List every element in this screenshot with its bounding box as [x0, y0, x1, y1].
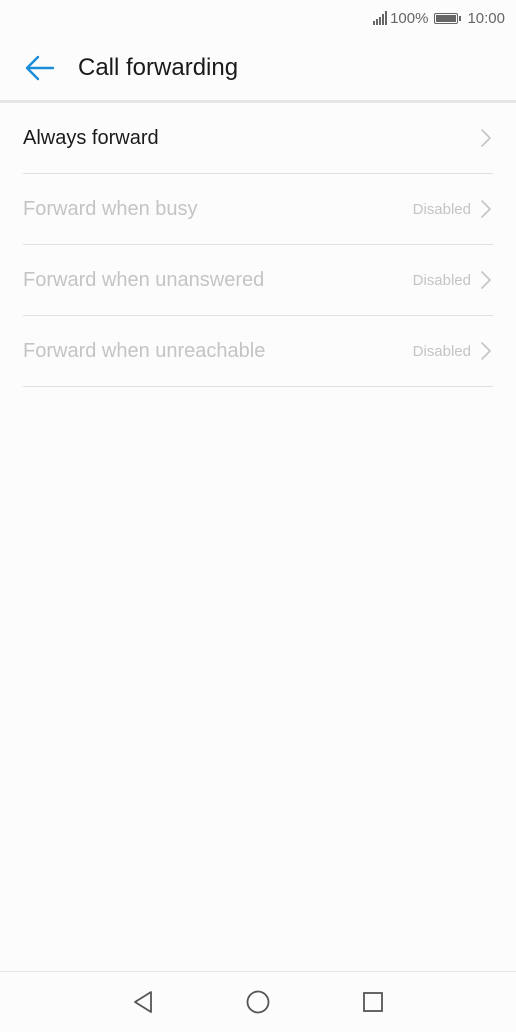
status-text: Disabled	[412, 271, 471, 289]
list-item-label: Always forward	[23, 126, 159, 149]
chevron-right-icon	[479, 341, 493, 361]
battery-icon	[434, 12, 462, 24]
nav-home-button[interactable]	[201, 972, 316, 1032]
battery-percent: 100%	[390, 9, 429, 27]
nav-back-button[interactable]	[86, 972, 201, 1032]
list-item-forward-when-busy[interactable]: Forward when busy Disabled	[23, 174, 493, 245]
recents-square-icon	[363, 992, 383, 1012]
home-circle-icon	[246, 990, 270, 1014]
status-bar: 100% 10:00	[0, 0, 516, 36]
list-item-always-forward[interactable]: Always forward	[23, 103, 493, 174]
list-item-label: Forward when unreachable	[23, 339, 266, 362]
page-title: Call forwarding	[78, 54, 239, 81]
chevron-right-icon	[479, 270, 493, 290]
signal-icon	[373, 11, 388, 25]
list-item-label: Forward when unanswered	[23, 268, 265, 291]
list-item-forward-when-unanswered[interactable]: Forward when unanswered Disabled	[23, 245, 493, 316]
chevron-right-icon	[479, 199, 493, 219]
list-item-label: Forward when busy	[23, 197, 198, 220]
status-text: Disabled	[412, 200, 471, 218]
navigation-bar	[0, 971, 516, 1032]
back-button[interactable]	[18, 46, 62, 90]
app-bar: Call forwarding	[0, 36, 516, 100]
chevron-right-icon	[479, 128, 493, 148]
arrow-left-icon	[25, 55, 55, 81]
screen: 100% 10:00 Call forwarding Always forwar…	[0, 0, 516, 1032]
clock: 10:00	[467, 9, 505, 27]
call-forwarding-list: Always forward Forward when busy Disable…	[23, 103, 493, 387]
status-text: Disabled	[412, 342, 471, 360]
nav-recents-button[interactable]	[316, 972, 431, 1032]
list-item-forward-when-unreachable[interactable]: Forward when unreachable Disabled	[23, 316, 493, 387]
back-triangle-icon	[134, 991, 152, 1013]
